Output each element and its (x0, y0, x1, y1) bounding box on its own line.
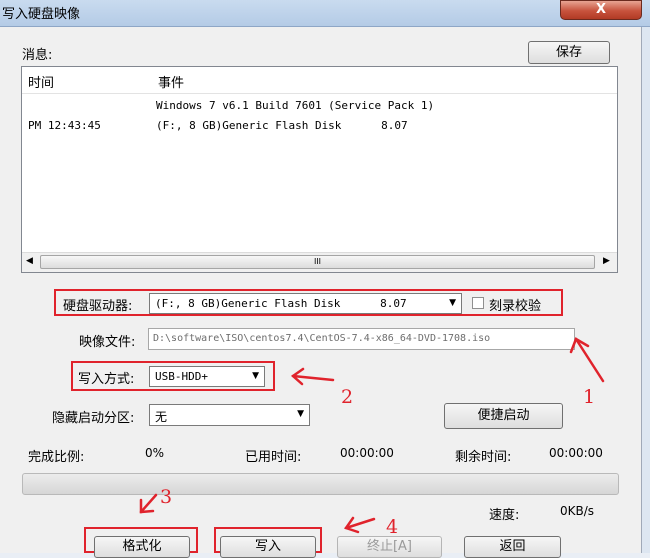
annotation-number-2: 2 (341, 386, 354, 408)
annotation-number-1: 1 (583, 386, 596, 408)
annotation-arrow-1 (574, 337, 605, 383)
annotation-arrows (139, 337, 605, 534)
annotation-number-3: 3 (160, 486, 173, 508)
annotation-arrow-2 (291, 374, 335, 382)
annotation-arrow-3 (139, 493, 158, 514)
annotation-number-4: 4 (386, 516, 399, 538)
